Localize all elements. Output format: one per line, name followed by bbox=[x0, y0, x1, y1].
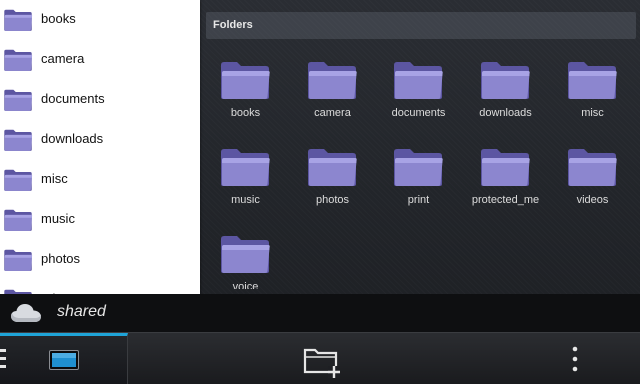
shared-bar[interactable]: shared bbox=[0, 294, 640, 332]
folder-icon bbox=[4, 209, 33, 231]
action-bar bbox=[0, 332, 640, 384]
list-item-label: misc bbox=[41, 171, 68, 186]
folder-icon bbox=[4, 9, 33, 31]
list-item-photos[interactable]: photos bbox=[0, 240, 200, 280]
list-item-print[interactable]: print bbox=[0, 280, 200, 294]
folder-tile-music[interactable]: music bbox=[202, 146, 289, 226]
folder-tile-camera[interactable]: camera bbox=[289, 59, 376, 139]
cloud-icon bbox=[11, 304, 41, 322]
tablet-icon bbox=[49, 350, 79, 370]
folder-tile-label: voice bbox=[232, 281, 259, 289]
folder-tile-label: videos bbox=[576, 194, 609, 206]
shared-label: shared bbox=[57, 303, 106, 320]
folders-header: Folders bbox=[206, 12, 636, 39]
folder-icon bbox=[4, 249, 33, 271]
folder-tile-label: photos bbox=[315, 194, 350, 206]
new-folder-icon[interactable] bbox=[302, 344, 342, 378]
list-item-misc[interactable]: misc bbox=[0, 160, 200, 200]
folder-icon bbox=[4, 49, 33, 71]
folder-icon bbox=[4, 89, 33, 111]
folder-tile-label: music bbox=[231, 194, 260, 206]
list-item-label: downloads bbox=[41, 131, 104, 146]
folder-icon bbox=[394, 149, 443, 186]
folder-tile-label: documents bbox=[391, 107, 446, 119]
list-item-camera[interactable]: camera bbox=[0, 40, 200, 80]
folder-icon bbox=[308, 62, 357, 99]
folder-icon bbox=[221, 62, 270, 99]
overflow-menu-icon[interactable] bbox=[568, 345, 582, 373]
list-item-documents[interactable]: documents bbox=[0, 80, 200, 120]
folder-tile-protected-media[interactable]: protected_me bbox=[462, 146, 549, 226]
folder-icon bbox=[221, 149, 270, 186]
folder-tile-photos[interactable]: photos bbox=[289, 146, 376, 226]
list-item-label: camera bbox=[41, 51, 85, 66]
list-item-label: documents bbox=[41, 91, 105, 106]
folder-icon bbox=[394, 62, 443, 99]
folder-icon bbox=[568, 149, 617, 186]
folder-tile-misc[interactable]: misc bbox=[549, 59, 636, 139]
folder-tile-downloads[interactable]: downloads bbox=[462, 59, 549, 139]
list-item-label: music bbox=[41, 211, 75, 226]
folder-tile-label: protected_me bbox=[471, 194, 540, 206]
folder-tile-label: downloads bbox=[479, 107, 532, 119]
folder-icon bbox=[221, 236, 270, 273]
folder-icon bbox=[481, 62, 530, 99]
folder-icon bbox=[481, 149, 530, 186]
list-item-label: photos bbox=[41, 251, 81, 266]
list-item-label: books bbox=[41, 11, 76, 26]
folder-tile-voice[interactable]: voice bbox=[202, 233, 289, 289]
folder-tile-label: misc bbox=[581, 107, 604, 119]
folder-tile-print[interactable]: print bbox=[375, 146, 462, 226]
folder-tile-videos[interactable]: videos bbox=[549, 146, 636, 226]
folder-tile-books[interactable]: books bbox=[202, 59, 289, 139]
folder-icon bbox=[568, 62, 617, 99]
folder-tile-label: print bbox=[407, 194, 430, 206]
folder-tile-label: books bbox=[230, 107, 261, 119]
folder-tile-label: camera bbox=[314, 107, 351, 119]
list-item-books[interactable]: books bbox=[0, 0, 200, 40]
menu-dots-icon[interactable] bbox=[0, 348, 8, 370]
folder-icon bbox=[4, 169, 33, 191]
folder-list-panel: books camera documents downloads misc music ph… bbox=[0, 0, 200, 294]
list-item-music[interactable]: music bbox=[0, 200, 200, 240]
folder-tile-documents[interactable]: documents bbox=[375, 59, 462, 139]
file-manager-screen: Folders books camera documents downloads mis… bbox=[0, 0, 640, 384]
folder-icon bbox=[4, 129, 33, 151]
folder-icon bbox=[308, 149, 357, 186]
list-item-downloads[interactable]: downloads bbox=[0, 120, 200, 160]
tab-device-active[interactable] bbox=[0, 333, 128, 384]
